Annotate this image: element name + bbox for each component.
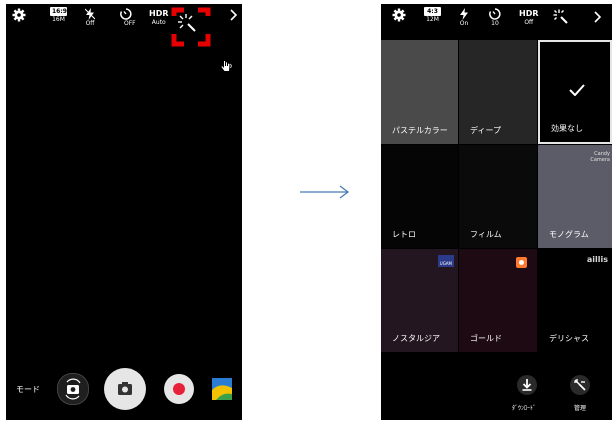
chevron-right-icon	[594, 11, 602, 23]
flash-button[interactable]: Off	[85, 8, 95, 27]
filter-brand-badge: UGAM	[437, 255, 454, 267]
hdr-label: HDR	[149, 9, 169, 18]
filter-selection-screen: 4:3 12M On 10 HDR Off パステルカラー ディープ 効果なし …	[381, 4, 612, 420]
timer-button[interactable]: OFF	[116, 8, 136, 27]
filter-label: ノスタルジア	[392, 334, 440, 343]
timer-status: 10	[491, 20, 499, 27]
camera-top-bar: 4:3 12M On 10 HDR Off	[381, 4, 612, 40]
hdr-status: Off	[524, 19, 534, 26]
record-button[interactable]	[164, 374, 194, 404]
gallery-thumbnail[interactable]	[212, 378, 232, 404]
filter-brand-badge: Candy Camera	[590, 151, 610, 163]
filter-label: パステルカラー	[392, 126, 448, 135]
filter-label: ディープ	[470, 126, 501, 135]
candy-camera-app-icon	[516, 257, 527, 268]
shutter-button[interactable]	[104, 368, 146, 410]
gear-icon	[392, 8, 406, 22]
resolution-ratio: 16:9	[50, 7, 67, 16]
settings-button[interactable]	[12, 8, 26, 22]
arrow-right-icon	[300, 185, 350, 199]
filter-tile[interactable]: ノスタルジア UGAM	[381, 249, 458, 352]
hdr-status: Auto	[151, 19, 166, 26]
mode-button[interactable]: モード	[16, 384, 40, 395]
hdr-label: HDR	[519, 9, 539, 18]
manage-label: 管理	[573, 405, 586, 412]
download-label: ﾀﾞｳﾝﾛｰﾄﾞ	[511, 405, 536, 412]
flash-off-icon	[85, 8, 95, 20]
download-button[interactable]: ﾀﾞｳﾝﾛｰﾄﾞ	[512, 374, 540, 412]
resolution-size: 12M	[426, 16, 439, 23]
filter-tile[interactable]: レトロ	[381, 145, 458, 248]
filter-tile[interactable]: ゴールド	[459, 249, 537, 352]
flash-on-icon	[460, 8, 468, 20]
gallery-thumbnail-icon	[212, 378, 232, 400]
filter-button[interactable]	[553, 9, 569, 25]
resolution-size: 16M	[52, 16, 65, 23]
filter-button[interactable]	[170, 6, 212, 48]
settings-button[interactable]	[392, 8, 406, 22]
filter-tile[interactable]: フィルム	[459, 145, 537, 248]
timer-icon	[489, 8, 501, 20]
filter-label: モノグラム	[549, 230, 589, 239]
filter-brand-badge: aillis	[586, 255, 608, 264]
filter-tile[interactable]: デリシャス aillis	[538, 249, 612, 352]
flash-status: On	[459, 20, 469, 27]
filter-label: ゴールド	[470, 334, 502, 343]
timer-button[interactable]: 10	[489, 8, 501, 27]
switch-camera-button[interactable]	[57, 373, 89, 405]
manage-filters-icon	[570, 375, 590, 395]
timer-status: OFF	[124, 20, 136, 27]
flash-status: Off	[85, 20, 95, 27]
resolution-ratio: 4:3	[424, 7, 441, 16]
gear-icon	[12, 8, 26, 22]
magic-wand-icon	[171, 7, 211, 47]
hand-gesture-icon	[221, 61, 232, 71]
filter-label: 効果なし	[551, 124, 583, 133]
timer-icon	[119, 8, 132, 20]
filter-label: フィルム	[470, 230, 502, 239]
filter-tile[interactable]: モノグラム Candy Camera	[538, 145, 612, 248]
hdr-button[interactable]: HDR Auto	[149, 9, 169, 26]
gesture-button[interactable]	[219, 57, 233, 76]
download-icon	[517, 375, 537, 395]
camera-icon	[118, 382, 132, 395]
magic-wand-icon	[553, 9, 568, 24]
hdr-button[interactable]: HDR Off	[519, 9, 539, 26]
filter-label: レトロ	[392, 230, 416, 239]
chevron-right-icon	[230, 9, 238, 21]
camera-viewfinder-screen: 16:9 16M Off OFF HDR Auto モード	[6, 4, 242, 420]
picture-size-button[interactable]: 4:3 12M	[424, 7, 441, 23]
camera-top-bar: 16:9 16M Off OFF HDR Auto	[6, 4, 242, 47]
checkmark-icon	[569, 84, 585, 96]
filter-tile[interactable]: パステルカラー	[381, 40, 458, 144]
record-icon	[173, 383, 185, 395]
manage-button[interactable]: 管理	[567, 374, 593, 412]
switch-camera-icon	[65, 378, 81, 400]
expand-button[interactable]	[594, 11, 602, 23]
filter-label: デリシャス	[549, 334, 589, 343]
picture-size-button[interactable]: 16:9 16M	[50, 7, 67, 23]
flash-button[interactable]: On	[459, 8, 469, 27]
expand-button[interactable]	[230, 9, 238, 21]
filter-tile[interactable]: ディープ	[459, 40, 537, 144]
filter-tile[interactable]: 効果なし	[538, 40, 612, 144]
